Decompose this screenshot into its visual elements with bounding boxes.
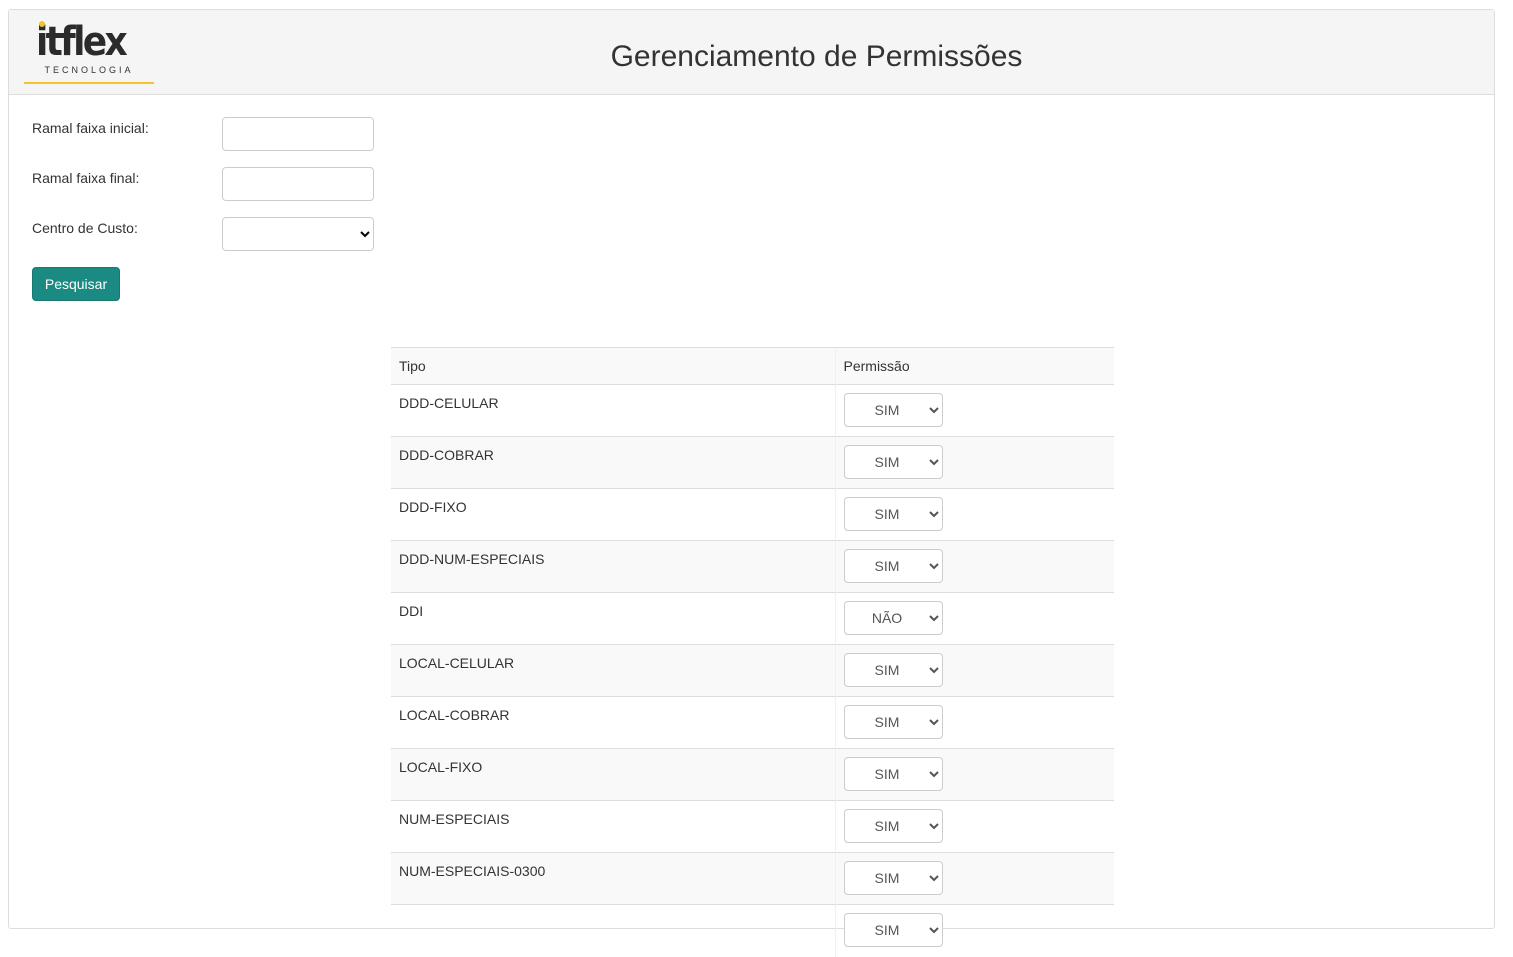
permissao-select[interactable]: SIM xyxy=(843,653,943,687)
tipo-cell: LOCAL-CELULAR xyxy=(391,644,835,697)
permissao-select[interactable]: SIM xyxy=(843,445,943,479)
tipo-cell: DDI xyxy=(391,592,835,645)
table-header-row: Tipo Permissão xyxy=(391,347,1114,385)
table-row: SIM xyxy=(391,904,1114,957)
permissao-select[interactable]: SIM xyxy=(843,757,943,791)
permissao-select[interactable]: SIM xyxy=(843,393,943,427)
logo-dot-icon xyxy=(39,21,45,27)
table-body: DDD-CELULAR SIM DDD-COBRAR SIM DDD-FIXO SIM DD… xyxy=(391,384,1114,957)
permissao-select[interactable]: SIM xyxy=(843,705,943,739)
ramal-final-input[interactable] xyxy=(222,167,374,201)
tipo-cell xyxy=(391,904,835,957)
tipo-cell: NUM-ESPECIAIS xyxy=(391,800,835,853)
table-row: NUM-ESPECIAIS SIM xyxy=(391,800,1114,853)
tipo-cell: DDD-NUM-ESPECIAIS xyxy=(391,540,835,593)
permissao-cell: SIM xyxy=(834,436,1114,489)
tipo-cell: NUM-ESPECIAIS-0300 xyxy=(391,852,835,905)
permissao-select[interactable]: SIM xyxy=(843,497,943,531)
column-header-permissao: Permissão xyxy=(834,347,1114,385)
tipo-cell: DDD-FIXO xyxy=(391,488,835,541)
table-row: LOCAL-FIXO SIM xyxy=(391,748,1114,801)
permissions-table: Tipo Permissão DDD-CELULAR SIM DDD-COBRAR S… xyxy=(391,347,1114,957)
permissao-cell: SIM xyxy=(834,748,1114,801)
permissao-select[interactable]: SIM xyxy=(843,861,943,895)
centro-custo-label: Centro de Custo: xyxy=(32,220,138,236)
table-row: DDI NÃO xyxy=(391,592,1114,645)
tipo-cell: DDD-CELULAR xyxy=(391,384,835,437)
table-row: DDD-FIXO SIM xyxy=(391,488,1114,541)
page-title: Gerenciamento de Permissões xyxy=(610,40,1023,73)
table-row: DDD-CELULAR SIM xyxy=(391,384,1114,437)
permissao-cell: SIM xyxy=(834,488,1114,541)
permissao-select[interactable]: SIM xyxy=(843,913,943,947)
permissao-cell: SIM xyxy=(834,540,1114,593)
ramal-inicial-label: Ramal faixa inicial: xyxy=(32,120,149,136)
permissao-cell: NÃO xyxy=(834,592,1114,645)
column-header-tipo: Tipo xyxy=(391,347,835,385)
search-button[interactable]: Pesquisar xyxy=(32,267,120,301)
permissao-cell: SIM xyxy=(834,644,1114,697)
table-row: LOCAL-COBRAR SIM xyxy=(391,696,1114,749)
panel-header: itflex TECNOLOGIA Gerenciamento de Permi… xyxy=(9,10,1494,95)
ramal-final-label: Ramal faixa final: xyxy=(32,170,140,186)
permissao-cell: SIM xyxy=(834,384,1114,437)
tipo-cell: DDD-COBRAR xyxy=(391,436,835,489)
permissao-select[interactable]: SIM xyxy=(843,809,943,843)
table-row: NUM-ESPECIAIS-0300 SIM xyxy=(391,852,1114,905)
permissao-cell: SIM xyxy=(834,852,1114,905)
tipo-cell: LOCAL-COBRAR xyxy=(391,696,835,749)
tipo-cell: LOCAL-FIXO xyxy=(391,748,835,801)
permissao-select[interactable]: SIM xyxy=(843,549,943,583)
main-panel: itflex TECNOLOGIA Gerenciamento de Permi… xyxy=(8,9,1495,957)
table-row: DDD-COBRAR SIM xyxy=(391,436,1114,489)
table-row: DDD-NUM-ESPECIAIS SIM xyxy=(391,540,1114,593)
centro-custo-select[interactable] xyxy=(222,217,374,251)
ramal-inicial-input[interactable] xyxy=(222,117,374,151)
permissao-select[interactable]: NÃO xyxy=(843,601,943,635)
permissao-cell: SIM xyxy=(834,696,1114,749)
table-row: LOCAL-CELULAR SIM xyxy=(391,644,1114,697)
permissao-cell: SIM xyxy=(834,904,1114,957)
permissao-cell: SIM xyxy=(834,800,1114,853)
